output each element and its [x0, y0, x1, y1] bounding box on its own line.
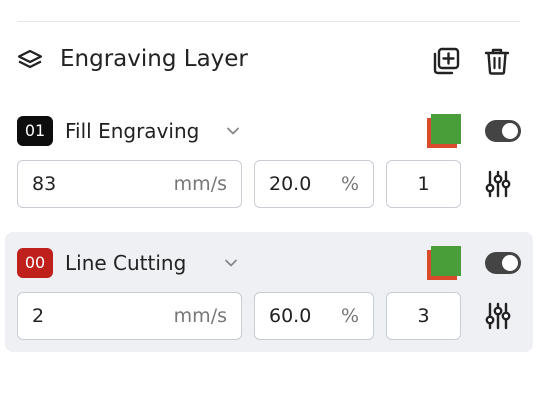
color-swatch-front — [431, 114, 461, 144]
layer-header-row: 00 Line Cutting — [17, 246, 527, 280]
power-value: 20.0 — [269, 173, 312, 195]
passes-value: 1 — [417, 173, 430, 195]
delete-layer-button[interactable] — [483, 46, 511, 76]
layer-params-row: 83 mm/s 20.0 % 1 — [17, 160, 527, 208]
sliders-icon[interactable] — [485, 302, 511, 330]
speed-value: 2 — [32, 305, 45, 327]
color-swatch-front — [431, 246, 461, 276]
layer-number-badge: 01 — [17, 116, 53, 146]
layer-enable-toggle[interactable] — [485, 120, 521, 142]
chevron-down-icon[interactable] — [223, 256, 239, 270]
panel-title: Engraving Layer — [60, 46, 248, 72]
power-value: 60.0 — [269, 305, 312, 327]
layer-item-line-cutting[interactable]: 00 Line Cutting 2 mm/s 60.0 % 3 — [5, 232, 533, 352]
passes-input[interactable]: 3 — [386, 292, 461, 340]
speed-input[interactable]: 2 mm/s — [17, 292, 242, 340]
layers-icon — [17, 49, 43, 69]
top-divider — [17, 21, 520, 22]
layer-color-swatch[interactable] — [427, 114, 461, 148]
power-input[interactable]: 60.0 % — [254, 292, 374, 340]
layer-enable-toggle[interactable] — [485, 252, 521, 274]
speed-value: 83 — [32, 173, 57, 195]
speed-unit: mm/s — [173, 173, 227, 195]
engraving-layer-panel: Engraving Layer 01 Fill Engraving 83 mm/… — [0, 0, 537, 406]
speed-unit: mm/s — [173, 305, 227, 327]
power-input[interactable]: 20.0 % — [254, 160, 374, 208]
sliders-icon[interactable] — [485, 170, 511, 198]
panel-header: Engraving Layer — [17, 40, 520, 80]
passes-value: 3 — [417, 305, 430, 327]
power-unit: % — [340, 305, 359, 327]
passes-input[interactable]: 1 — [386, 160, 461, 208]
power-unit: % — [340, 173, 359, 195]
layer-name: Fill Engraving — [65, 119, 200, 143]
add-layer-button[interactable] — [431, 46, 461, 76]
layer-number-badge: 00 — [17, 248, 53, 278]
layer-params-row: 2 mm/s 60.0 % 3 — [17, 292, 527, 340]
layer-color-swatch[interactable] — [427, 246, 461, 280]
speed-input[interactable]: 83 mm/s — [17, 160, 242, 208]
toggle-knob — [502, 255, 518, 271]
layer-name: Line Cutting — [65, 251, 187, 275]
chevron-down-icon[interactable] — [225, 124, 241, 138]
layer-header-row: 01 Fill Engraving — [17, 114, 527, 148]
layer-item-fill-engraving[interactable]: 01 Fill Engraving 83 mm/s 20.0 % 1 — [5, 100, 533, 220]
toggle-knob — [502, 123, 518, 139]
